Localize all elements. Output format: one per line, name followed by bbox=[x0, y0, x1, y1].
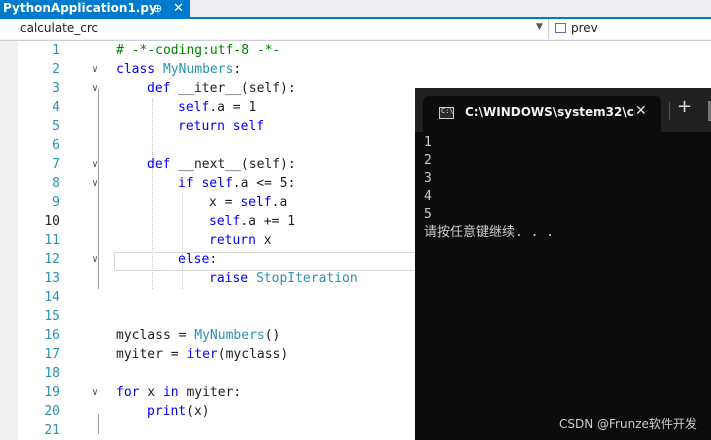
pin-icon[interactable]: ⊕ bbox=[153, 0, 162, 17]
line-number: 9 bbox=[52, 195, 60, 210]
navigation-bar: calculate_crc ▼ prev bbox=[0, 19, 711, 41]
document-tab-bar: PythonApplication1.py ⊕ ✕ bbox=[0, 0, 711, 19]
fold-toggle-icon[interactable]: ∨ bbox=[92, 155, 98, 174]
line-number: 19 bbox=[44, 385, 60, 400]
code-text: x = self.a bbox=[209, 195, 288, 210]
line-number: 14 bbox=[44, 290, 60, 305]
code-text: myiter = iter(myclass) bbox=[116, 347, 289, 362]
fold-toggle-icon[interactable]: ∨ bbox=[92, 383, 98, 402]
code-text: raise StopIteration bbox=[209, 271, 358, 286]
line-number: 7 bbox=[52, 157, 60, 172]
code-text: self.a += 1 bbox=[209, 214, 296, 229]
member-icon bbox=[555, 23, 566, 33]
console-tab-strip: C:\ C:\WINDOWS\system32\cmd.exe ✕ + bbox=[415, 88, 711, 132]
console-title: C:\WINDOWS\system32\cmd.exe bbox=[465, 105, 635, 119]
line-number: 1 bbox=[52, 43, 60, 58]
fold-toggle-icon[interactable]: ∨ bbox=[92, 174, 98, 193]
new-tab-icon[interactable]: + bbox=[677, 96, 692, 117]
line-number: 8 bbox=[52, 176, 60, 191]
code-text: myclass = MyNumbers() bbox=[116, 328, 281, 343]
fold-toggle-icon[interactable]: ∨ bbox=[92, 250, 98, 269]
output-line: 3 bbox=[424, 171, 432, 186]
line-number: 16 bbox=[44, 328, 60, 343]
close-icon[interactable]: ✕ bbox=[635, 103, 647, 119]
code-text: return self bbox=[178, 119, 265, 134]
line-number: 15 bbox=[44, 309, 60, 324]
scope-dropdown-value: calculate_crc bbox=[20, 21, 99, 35]
line-number: 18 bbox=[44, 366, 60, 381]
terminal-icon: C:\ bbox=[439, 107, 454, 119]
line-number: 6 bbox=[52, 138, 60, 153]
code-text: self.a = 1 bbox=[178, 100, 257, 115]
output-line: 4 bbox=[424, 189, 432, 204]
code-text: for x in myiter: bbox=[116, 385, 242, 400]
line-number: 2 bbox=[52, 62, 60, 77]
scope-dropdown[interactable]: calculate_crc ▼ bbox=[0, 19, 549, 39]
tab-separator bbox=[669, 102, 670, 120]
watermark: CSDN @Frunze软件开发 bbox=[559, 417, 697, 431]
output-line: 5 bbox=[424, 207, 432, 222]
code-line: 1 # -*-coding:utf-8 -*- bbox=[0, 41, 711, 60]
line-number: 12 bbox=[44, 252, 60, 267]
line-number: 17 bbox=[44, 347, 60, 362]
console-tab[interactable]: C:\ C:\WINDOWS\system32\cmd.exe ✕ bbox=[423, 96, 661, 132]
console-output: 1 2 3 4 5 请按任意键继续. . . bbox=[424, 134, 554, 242]
line-number: 11 bbox=[44, 233, 60, 248]
code-text: class MyNumbers: bbox=[116, 62, 242, 77]
code-text: print(x) bbox=[147, 404, 210, 419]
line-number: 3 bbox=[52, 81, 60, 96]
console-window[interactable]: C:\ C:\WINDOWS\system32\cmd.exe ✕ + 1 2 … bbox=[415, 88, 711, 440]
line-number: 21 bbox=[44, 423, 60, 438]
code-text: def __iter__(self): bbox=[147, 81, 296, 96]
line-number: 13 bbox=[44, 271, 60, 286]
member-dropdown[interactable]: prev bbox=[550, 19, 711, 39]
member-dropdown-value: prev bbox=[571, 21, 598, 35]
output-line: 请按任意键继续. . . bbox=[424, 225, 555, 240]
code-text: # -*-coding:utf-8 -*- bbox=[116, 43, 281, 58]
line-number: 10 bbox=[44, 214, 60, 229]
chevron-down-icon[interactable]: ▼ bbox=[536, 22, 543, 32]
code-text: return x bbox=[209, 233, 272, 248]
code-text: else: bbox=[178, 252, 218, 267]
fold-toggle-icon[interactable]: ∨ bbox=[92, 79, 98, 98]
code-line: 2 ∨ class MyNumbers: bbox=[0, 60, 711, 79]
line-number: 20 bbox=[44, 404, 60, 419]
document-tab[interactable]: PythonApplication1.py ⊕ ✕ bbox=[0, 0, 190, 17]
line-number: 5 bbox=[52, 119, 60, 134]
close-tab-icon[interactable]: ✕ bbox=[173, 0, 184, 17]
output-line: 1 bbox=[424, 135, 432, 150]
line-number: 4 bbox=[52, 100, 60, 115]
output-line: 2 bbox=[424, 153, 432, 168]
fold-toggle-icon[interactable]: ∨ bbox=[92, 60, 98, 79]
code-text: def __next__(self): bbox=[147, 157, 296, 172]
code-text: if self.a <= 5: bbox=[178, 176, 296, 191]
tab-title: PythonApplication1.py bbox=[3, 1, 157, 15]
